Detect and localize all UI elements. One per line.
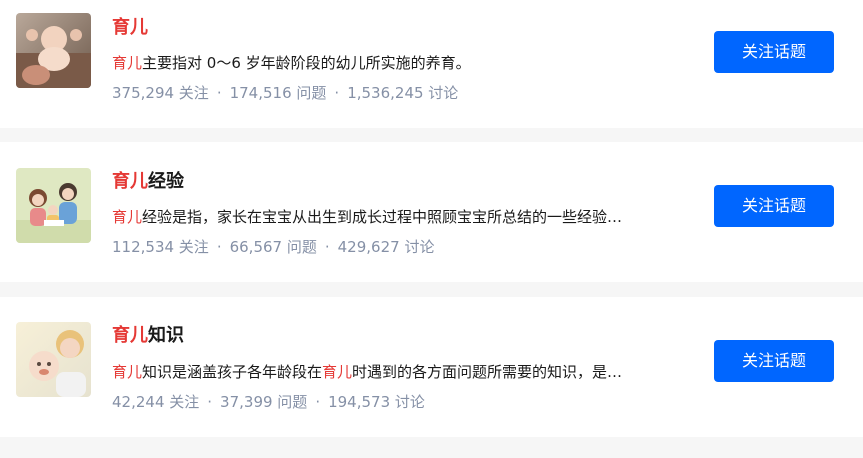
stats-separator: ·: [216, 238, 222, 256]
stats-separator: ·: [216, 84, 222, 102]
discussions-count: 1,536,245 讨论: [347, 84, 459, 102]
topic-card: 育儿 育儿主要指对 0～6 岁年龄阶段的幼儿所实施的养育。 375,294 关注…: [0, 0, 863, 128]
follow-topic-button[interactable]: 关注话题: [714, 340, 834, 382]
desc-highlight: 育儿: [322, 363, 353, 381]
desc-highlight: 育儿: [112, 363, 143, 381]
topic-description: 育儿知识是涵盖孩子各年龄段在育儿时遇到的各方面问题所需要的知识，是…: [112, 361, 708, 383]
followers-count: 375,294 关注: [112, 84, 209, 102]
desc-text: 知识是涵盖孩子各年龄段在: [142, 363, 323, 381]
desc-text: 时遇到的各方面问题所需要的知识，是…: [352, 363, 623, 381]
desc-highlight: 育儿: [112, 54, 143, 72]
follow-topic-button[interactable]: 关注话题: [714, 185, 834, 227]
title-rest: 知识: [148, 325, 184, 346]
baby-photo-icon: [16, 13, 91, 88]
title-highlight: 育儿: [112, 17, 148, 38]
topic-card: 育儿经验 育儿经验是指，家长在宝宝从出生到成长过程中照顾宝宝所总结的一些经验… …: [0, 142, 863, 282]
mother-baby-photo-icon: [16, 322, 91, 397]
topic-title[interactable]: 育儿经验: [112, 170, 184, 194]
discussions-count: 429,627 讨论: [337, 238, 435, 256]
topic-description: 育儿经验是指，家长在宝宝从出生到成长过程中照顾宝宝所总结的一些经验…: [112, 206, 708, 228]
topic-list: 育儿 育儿主要指对 0～6 岁年龄阶段的幼儿所实施的养育。 375,294 关注…: [0, 0, 863, 458]
title-highlight: 育儿: [112, 325, 148, 346]
topic-stats: 42,244 关注 · 37,399 问题 · 194,573 讨论: [112, 391, 425, 413]
desc-highlight: 育儿: [112, 208, 143, 226]
followers-count: 112,534 关注: [112, 238, 209, 256]
desc-text: 主要指对 0～6 岁年龄阶段的幼儿所实施的养育。: [142, 54, 471, 72]
topic-card: 育儿知识 育儿知识是涵盖孩子各年龄段在育儿时遇到的各方面问题所需要的知识，是… …: [0, 297, 863, 437]
questions-count: 174,516 问题: [229, 84, 327, 102]
topic-stats: 375,294 关注 · 174,516 问题 · 1,536,245 讨论: [112, 82, 458, 104]
topic-description: 育儿主要指对 0～6 岁年龄阶段的幼儿所实施的养育。: [112, 52, 708, 74]
questions-count: 37,399 问题: [220, 393, 308, 411]
follow-topic-button[interactable]: 关注话题: [714, 31, 834, 73]
discussions-count: 194,573 讨论: [328, 393, 425, 411]
topic-title[interactable]: 育儿: [112, 16, 148, 40]
title-rest: 经验: [148, 171, 184, 192]
stats-separator: ·: [207, 393, 213, 411]
family-reading-illustration-icon: [16, 168, 91, 243]
topic-stats: 112,534 关注 · 66,567 问题 · 429,627 讨论: [112, 236, 434, 258]
followers-count: 42,244 关注: [112, 393, 200, 411]
stats-separator: ·: [334, 84, 340, 102]
topic-title[interactable]: 育儿知识: [112, 324, 184, 348]
stats-separator: ·: [315, 393, 321, 411]
topic-thumbnail[interactable]: [16, 168, 91, 243]
questions-count: 66,567 问题: [229, 238, 317, 256]
topic-thumbnail[interactable]: [16, 13, 91, 88]
stats-separator: ·: [324, 238, 330, 256]
title-highlight: 育儿: [112, 171, 148, 192]
desc-text: 经验是指，家长在宝宝从出生到成长过程中照顾宝宝所总结的一些经验…: [142, 208, 623, 226]
topic-thumbnail[interactable]: [16, 322, 91, 397]
